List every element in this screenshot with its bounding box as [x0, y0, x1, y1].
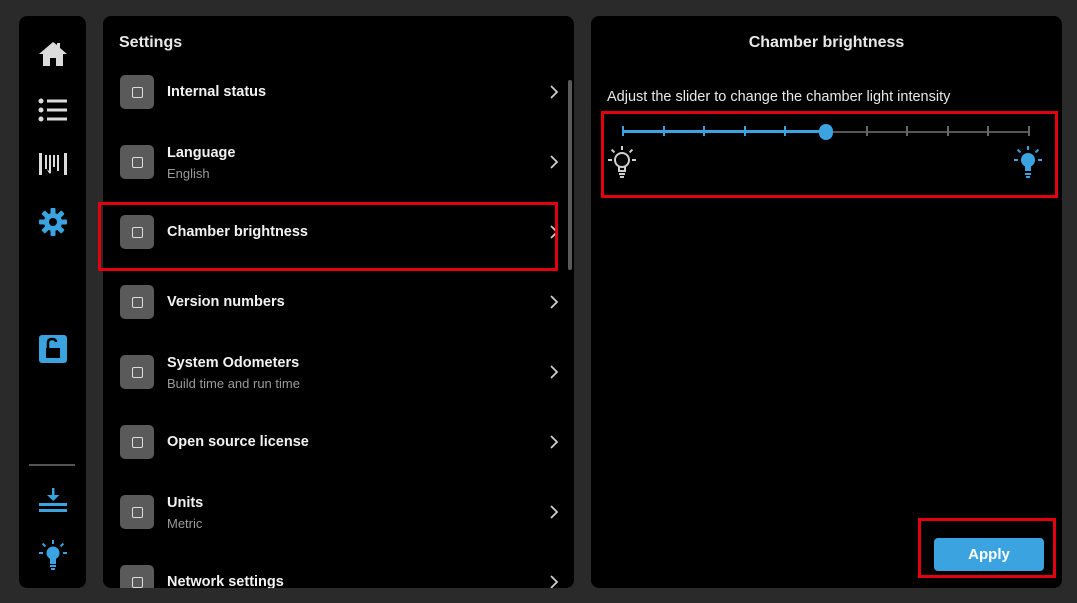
item-sublabel: Build time and run time: [167, 376, 300, 391]
settings-item-version-numbers[interactable]: Version numbers: [103, 272, 563, 332]
slider-tick: [865, 126, 868, 136]
apply-button[interactable]: Apply: [934, 538, 1044, 571]
list-scrollbar[interactable]: [568, 80, 572, 270]
item-sublabel: Metric: [167, 516, 203, 531]
item-label: Chamber brightness: [167, 224, 308, 240]
item-label: Units: [167, 495, 204, 511]
detail-panel: Chamber brightness Adjust the slider to …: [591, 16, 1062, 588]
slider-tick: [1028, 126, 1030, 136]
item-icon: [120, 215, 154, 249]
item-sublabel: English: [167, 166, 210, 181]
chevron-right-icon: [550, 225, 559, 239]
chevron-right-icon: [550, 295, 559, 309]
filament-icon[interactable]: [19, 144, 86, 184]
settings-item-chamber-brightness[interactable]: Chamber brightness: [103, 202, 563, 262]
item-label: Language: [167, 145, 236, 161]
settings-item-language[interactable]: Language English: [103, 132, 563, 192]
chevron-right-icon: [550, 505, 559, 519]
list-icon[interactable]: [19, 90, 86, 130]
item-label: Internal status: [167, 84, 267, 100]
gear-icon[interactable]: [19, 202, 86, 242]
settings-item-system-odometers[interactable]: System Odometers Build time and run time: [103, 342, 563, 402]
item-label: Network settings: [167, 574, 284, 588]
chevron-right-icon: [550, 85, 559, 99]
slider-tick: [662, 126, 665, 136]
slider-tick: [622, 126, 624, 136]
brightness-slider[interactable]: [622, 120, 1030, 144]
slider-tick: [703, 126, 706, 136]
item-icon: [120, 565, 154, 588]
lightbulb-dim-icon: [608, 146, 636, 178]
settings-title: Settings: [119, 34, 183, 51]
unlock-icon[interactable]: [19, 329, 86, 369]
slider-tick: [906, 126, 909, 136]
settings-item-units[interactable]: Units Metric: [103, 482, 563, 542]
settings-panel: Settings Internal status Language Englis…: [103, 16, 574, 588]
download-tray-icon[interactable]: [19, 481, 86, 521]
detail-title: Chamber brightness: [748, 34, 905, 51]
item-label: Open source license: [167, 434, 309, 450]
item-icon: [120, 285, 154, 319]
item-icon: [120, 495, 154, 529]
detail-description: Adjust the slider to change the chamber …: [607, 89, 951, 105]
chevron-right-icon: [550, 365, 559, 379]
item-icon: [120, 355, 154, 389]
item-label: Version numbers: [167, 294, 285, 310]
item-icon: [120, 75, 154, 109]
chevron-right-icon: [550, 155, 559, 169]
slider-tick: [743, 126, 746, 136]
slider-fill: [623, 130, 826, 133]
lightbulb-bright-icon: [1014, 146, 1042, 178]
nav-rail: [19, 16, 86, 588]
chevron-right-icon: [550, 575, 559, 588]
chevron-right-icon: [550, 435, 559, 449]
slider-tick: [946, 126, 949, 136]
settings-item-internal-status[interactable]: Internal status: [103, 62, 563, 122]
lightbulb-icon[interactable]: [19, 536, 86, 576]
home-icon[interactable]: [19, 34, 86, 74]
item-label: System Odometers: [167, 355, 300, 371]
settings-item-network-settings[interactable]: Network settings: [103, 552, 563, 588]
item-icon: [120, 145, 154, 179]
slider-tick: [784, 126, 787, 136]
slider-thumb[interactable]: [819, 124, 833, 140]
nav-divider: [29, 464, 75, 466]
slider-tick: [987, 126, 990, 136]
item-icon: [120, 425, 154, 459]
settings-item-open-source-license[interactable]: Open source license: [103, 412, 563, 472]
